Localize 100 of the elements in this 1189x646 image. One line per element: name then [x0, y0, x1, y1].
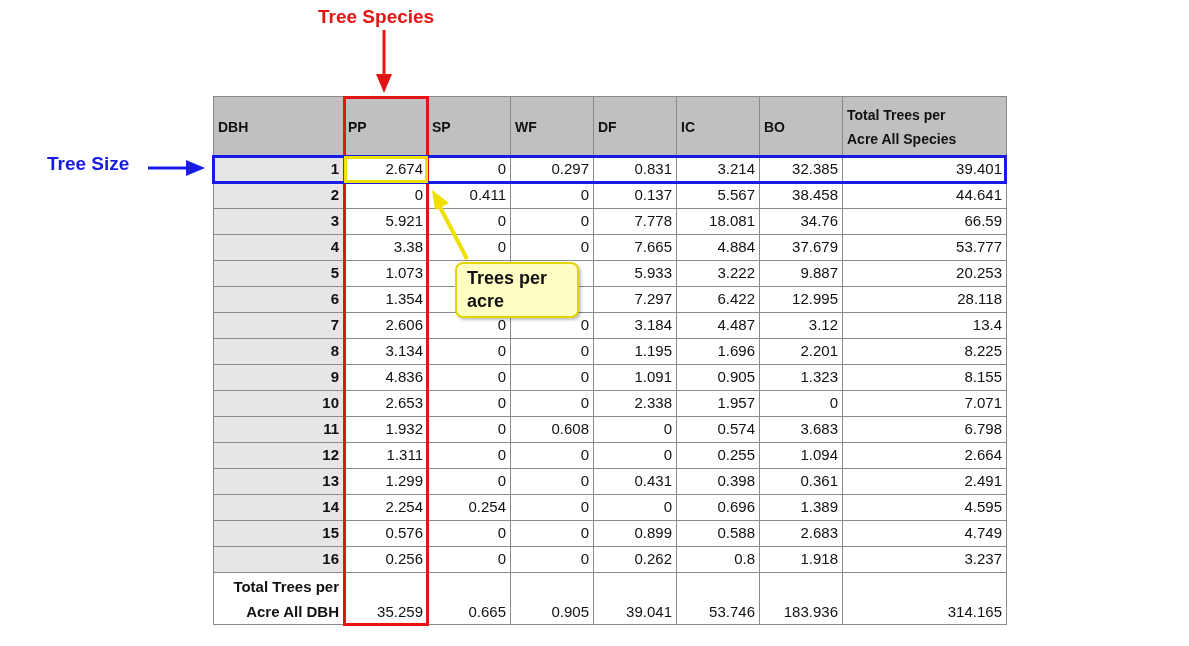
table-cell: 53.746 [677, 573, 760, 625]
table-cell: 6.798 [843, 417, 1007, 443]
table-cell: 0 [428, 391, 511, 417]
table-cell: 4.749 [843, 521, 1007, 547]
table-cell: 0 [511, 443, 594, 469]
row-header: 13 [214, 469, 344, 495]
table-cell: 3.12 [760, 313, 843, 339]
row-header: 15 [214, 521, 344, 547]
table-cell: 0 [511, 495, 594, 521]
table-cell: 38.458 [760, 183, 843, 209]
row-header: 12 [214, 443, 344, 469]
table-cell: 2.683 [760, 521, 843, 547]
table-cell: 0 [428, 469, 511, 495]
right-arrow [148, 160, 206, 176]
column-header: DBH [214, 97, 344, 157]
table-cell: 0 [760, 391, 843, 417]
row-header: 2 [214, 183, 344, 209]
table-cell: 183.936 [760, 573, 843, 625]
table-cell: 0 [511, 547, 594, 573]
table-cell: 1.957 [677, 391, 760, 417]
table-cell: 4.487 [677, 313, 760, 339]
table-cell: 1.918 [760, 547, 843, 573]
table-cell: 66.59 [843, 209, 1007, 235]
table-cell: 1.195 [594, 339, 677, 365]
table-cell: 0 [511, 469, 594, 495]
annotation-label: Tree Size [47, 153, 130, 175]
table-cell: 34.76 [760, 209, 843, 235]
table-cell: 0.696 [677, 495, 760, 521]
table-cell: 0.361 [760, 469, 843, 495]
table-cell: 13.4 [843, 313, 1007, 339]
table-cell: 39.041 [594, 573, 677, 625]
annotation-label: Tree Species [318, 6, 435, 28]
table-cell: 0.137 [594, 183, 677, 209]
table-cell: 1.696 [677, 339, 760, 365]
table-cell: 35.259 [344, 573, 428, 625]
table-cell: 0 [428, 443, 511, 469]
table-cell: 0 [511, 521, 594, 547]
table-cell: 0.254 [428, 495, 511, 521]
table-cell: 53.777 [843, 235, 1007, 261]
table-cell: 7.778 [594, 209, 677, 235]
table-cell: 0 [428, 417, 511, 443]
table-cell: 4.595 [843, 495, 1007, 521]
table-cell: 0 [511, 209, 594, 235]
table-cell: 0.8 [677, 547, 760, 573]
table-cell: 20.253 [843, 261, 1007, 287]
table-cell: 0 [511, 365, 594, 391]
table-cell: 3.222 [677, 261, 760, 287]
table-cell: 0.588 [677, 521, 760, 547]
table-cell: 0.431 [594, 469, 677, 495]
table-cell: 12.995 [760, 287, 843, 313]
table-cell: 0 [428, 235, 511, 261]
column-header: WF [511, 97, 594, 157]
table-cell: 0.905 [511, 573, 594, 625]
table-cell: 0.574 [677, 417, 760, 443]
table-cell: 37.679 [760, 235, 843, 261]
table-cell: 0 [428, 365, 511, 391]
table-cell: 0.262 [594, 547, 677, 573]
row-header: 5 [214, 261, 344, 287]
table-cell: 8.225 [843, 339, 1007, 365]
table-cell: 5.933 [594, 261, 677, 287]
row-header: 3 [214, 209, 344, 235]
row-header: 7 [214, 313, 344, 339]
table-cell: 5.567 [677, 183, 760, 209]
table-cell: 3.683 [760, 417, 843, 443]
column-header: BO [760, 97, 843, 157]
table-cell: 7.297 [594, 287, 677, 313]
table-cell: 314.165 [843, 573, 1007, 625]
row-header: 14 [214, 495, 344, 521]
table-cell: 0.665 [428, 573, 511, 625]
column-header: IC [677, 97, 760, 157]
row-header: 6 [214, 287, 344, 313]
row-header: 16 [214, 547, 344, 573]
row-header: Total Trees per Acre All DBH [214, 573, 344, 625]
table-cell: 1.091 [594, 365, 677, 391]
table-cell: 0 [428, 521, 511, 547]
callout: Trees per acre [455, 262, 579, 318]
table-cell: 6.422 [677, 287, 760, 313]
row-header: 8 [214, 339, 344, 365]
table-cell: 0 [511, 183, 594, 209]
table-cell: 8.155 [843, 365, 1007, 391]
row-header: 10 [214, 391, 344, 417]
table-cell: 0 [511, 391, 594, 417]
table-cell: 3.237 [843, 547, 1007, 573]
table-cell: 2.201 [760, 339, 843, 365]
table-cell: 44.641 [843, 183, 1007, 209]
pointer-arrow [431, 189, 471, 261]
table-cell: 1.389 [760, 495, 843, 521]
table-cell: 0 [511, 339, 594, 365]
table-cell: 1.094 [760, 443, 843, 469]
table-cell: 2.664 [843, 443, 1007, 469]
table-cell: 0 [428, 547, 511, 573]
table-cell: 9.887 [760, 261, 843, 287]
table-cell: 18.081 [677, 209, 760, 235]
table-cell: 0.899 [594, 521, 677, 547]
row-header: 9 [214, 365, 344, 391]
table-cell: 2.491 [843, 469, 1007, 495]
table-cell: 0 [594, 443, 677, 469]
table-cell: 2.338 [594, 391, 677, 417]
down-arrow [376, 30, 392, 94]
table-cell: 0 [511, 235, 594, 261]
